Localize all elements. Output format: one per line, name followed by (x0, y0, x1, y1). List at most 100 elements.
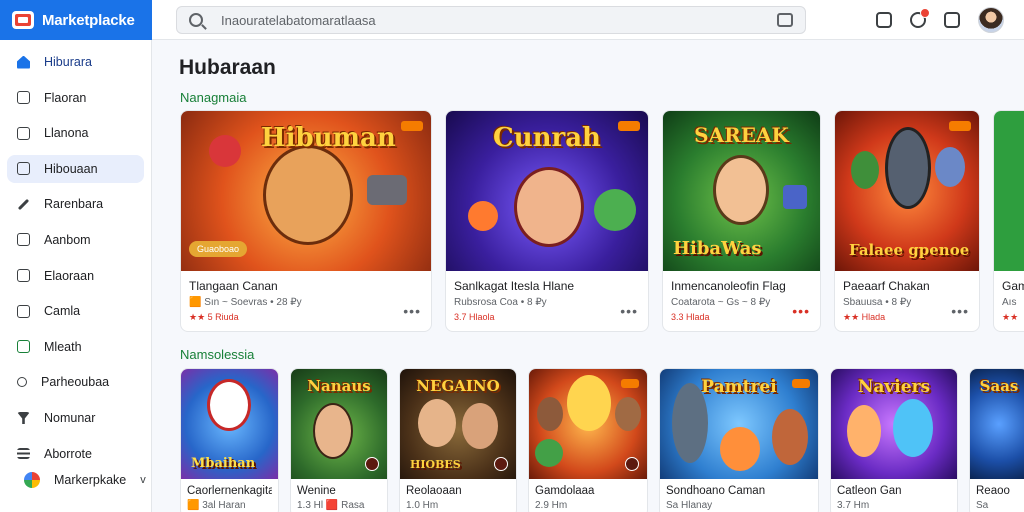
character-image (537, 397, 563, 431)
character-image (367, 175, 407, 205)
character-image (209, 135, 241, 167)
sidebar-item-label: Nomunar (44, 410, 96, 425)
game-art: Naviers (831, 369, 957, 479)
game-name: Wenine (297, 485, 336, 497)
top-actions (876, 6, 1004, 34)
play-icon[interactable] (494, 457, 508, 471)
account-icon[interactable] (944, 12, 960, 28)
game-art-title: Nanaus (307, 377, 371, 395)
check-icon (17, 233, 30, 247)
list-icon (17, 448, 30, 460)
section-title: Namsolessia (180, 347, 255, 362)
bag-icon (17, 304, 30, 318)
game-card[interactable]: Cunrah Sanlkagat Itesla Hlane Rubsrosa C… (445, 110, 649, 332)
game-card[interactable]: Hibuman Guaoboao Tlangaan Canan 🟧 Sın ~ … (180, 110, 432, 332)
chevron-down-icon: v (140, 474, 146, 487)
game-art: Falaee gpenoe (835, 111, 979, 271)
more-options-icon[interactable]: ••• (403, 303, 421, 319)
character-image (713, 155, 769, 225)
marketplace-logo-icon (12, 11, 34, 29)
game-meta: Sa Hlanay (666, 500, 713, 511)
game-card[interactable]: Naviers Catleon Gan 3.7 Hm (830, 368, 958, 512)
game-meta: Aıs (1002, 297, 1017, 308)
sidebar-item-aanbom[interactable]: Aanbom (7, 226, 144, 254)
notification-icon[interactable] (910, 8, 930, 28)
sidebar-item-label: Elaoraan (44, 268, 95, 283)
sidebar-item-llanona[interactable]: Llanona (7, 119, 144, 147)
sidebar-item-camla[interactable]: Camla (7, 297, 144, 325)
character-image (935, 147, 965, 187)
pen-icon (17, 198, 30, 211)
game-card[interactable]: Falaee gpenoe Paeaarf Chakan Sbauusa • 8… (834, 110, 980, 332)
home-icon (17, 55, 30, 69)
key-icon (17, 377, 27, 388)
recommended-row: Mbaihan Caorlernenkagita 🟧 3al Haran Nan… (180, 368, 1024, 512)
sidebar-item-aborrote[interactable]: Aborrote (7, 440, 144, 468)
sidebar-item-flaoran[interactable]: Flaoran (7, 84, 144, 112)
section-title: Nanagmaia (180, 90, 247, 105)
game-card[interactable]: Gamdolaaa 2.9 Hm (528, 368, 648, 512)
funnel-icon (17, 411, 30, 424)
search-icon (189, 13, 203, 27)
sidebar-item-parheoubaa[interactable]: Parheoubaa (7, 368, 144, 396)
character-image (468, 201, 498, 231)
sidebar-footer-account[interactable]: Markerpkake v (14, 466, 146, 494)
game-rating: 3.3 Hlada (671, 312, 710, 322)
main-content: Hubaraan Nanagmaia Hibuman Guaoboao Tlan… (152, 40, 1024, 512)
game-card[interactable]: Pamtrei Sondhoano Caman Sa Hlanay (659, 368, 819, 512)
sidebar-item-nomunar[interactable]: Nomunar (7, 404, 144, 432)
avatar[interactable] (978, 7, 1004, 33)
more-options-icon[interactable]: ••• (620, 303, 638, 319)
game-name: Paeaarf Chakan (843, 279, 930, 293)
sidebar-item-label: Llanona (44, 126, 89, 141)
top-bar: Marketplacke (0, 0, 1024, 40)
info-icon[interactable] (876, 12, 892, 28)
sidebar-item-label: Aborrote (44, 446, 92, 461)
more-options-icon[interactable]: ••• (792, 303, 810, 319)
character-image (263, 145, 353, 245)
game-meta: Sa (976, 500, 989, 511)
sidebar-item-hibouaan[interactable]: Hibouaan (7, 154, 144, 183)
play-icon[interactable] (625, 457, 639, 471)
more-options-icon[interactable]: ••• (951, 303, 969, 319)
sidebar-item-rarenbara[interactable]: Rarenbara (7, 190, 144, 218)
brand[interactable]: Marketplacke (0, 0, 152, 40)
game-card[interactable]: NEGAINO HIOBES Reolaoaan 1.0 Hm (399, 368, 517, 512)
game-art: Mbaihan (181, 369, 278, 479)
sidebar-item-hiburara[interactable]: Hiburara (7, 48, 144, 76)
game-art-title: Saas (979, 377, 1019, 395)
sidebar-item-elaoraan[interactable]: Elaoraan (7, 262, 144, 290)
character-image (615, 397, 641, 431)
search-input[interactable] (221, 12, 769, 28)
game-meta: Coatarota ~ Gs ~ 8 ₽y (671, 297, 771, 308)
sidebar-item-label: Mleath (44, 339, 82, 354)
game-card[interactable]: Nanaus Wenine 1.3 Hl 🟥 Rasa (290, 368, 388, 512)
game-card[interactable]: SAREAK HibaWas Inmencanoleofin Flag Coat… (662, 110, 821, 332)
character-image (514, 167, 584, 247)
sidebar-item-mleath[interactable]: Mleath (7, 333, 144, 361)
app-name: Marketplacke (42, 11, 135, 29)
game-art (994, 111, 1024, 271)
puzzle-icon[interactable] (777, 13, 793, 27)
sidebar-item-label: Rarenbara (44, 197, 104, 212)
game-rating: 3.7 Hlaola (454, 312, 495, 322)
game-card[interactable]: Gam Aıs ★★ (993, 110, 1024, 332)
game-name: Tlangaan Canan (189, 279, 278, 293)
game-card[interactable]: Mbaihan Caorlernenkagita 🟧 3al Haran (180, 368, 279, 512)
character-image (462, 403, 498, 449)
sidebar-item-label: Flaoran (44, 90, 87, 105)
search-bar (176, 6, 806, 34)
box-icon (17, 91, 30, 105)
game-tag-pill: Guaoboao (189, 241, 248, 257)
game-art: SAREAK HibaWas (663, 111, 820, 271)
character-image (418, 399, 456, 447)
game-name: Inmencanoleofin Flag (671, 279, 786, 293)
game-meta: 1.0 Hm (406, 500, 439, 511)
game-card[interactable]: Saas Reaoo Sa (969, 368, 1024, 512)
game-meta: 3.7 Hm (837, 500, 870, 511)
sidebar-item-label: Camla (44, 304, 81, 319)
game-meta: 2.9 Hm (535, 500, 568, 511)
play-icon[interactable] (365, 457, 379, 471)
app-window: Marketplacke Hiburara Flaoran Llanona Hi… (0, 0, 1024, 512)
sidebar-item-label: Parheoubaa (41, 375, 110, 390)
